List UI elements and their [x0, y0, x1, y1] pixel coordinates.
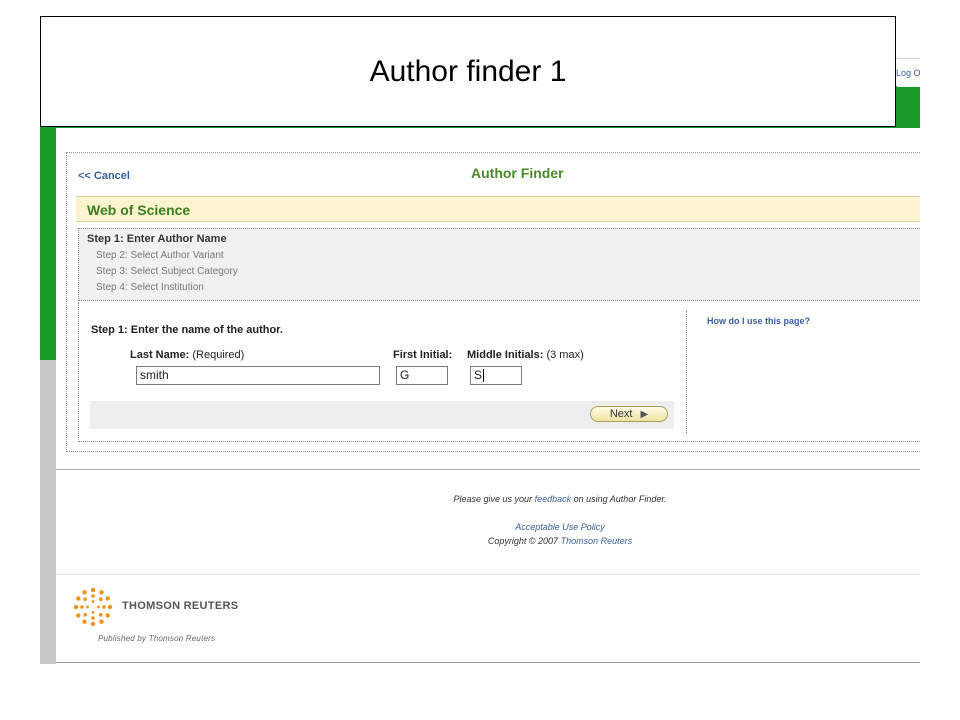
step-2: Step 2: Select Author Variant — [96, 250, 224, 261]
step-4: Step 4: Select Institution — [96, 282, 204, 293]
feedback-text-pre: Please give us your — [453, 494, 533, 504]
middle-initials-input[interactable]: S — [470, 366, 522, 385]
text-cursor — [483, 369, 484, 382]
thomson-reuters-link[interactable]: Thomson Reuters — [561, 536, 633, 546]
acceptable-use-policy-link[interactable]: Acceptable Use Policy — [56, 522, 960, 532]
last-name-label: Last Name: (Required) — [130, 349, 244, 361]
help-link[interactable]: How do I use this page? — [707, 316, 810, 326]
footer-separator — [56, 469, 920, 470]
page-title: Author Finder — [471, 165, 564, 181]
cancel-link[interactable]: << Cancel — [78, 170, 130, 182]
footer-separator-2 — [56, 574, 920, 575]
first-initial-label: First Initial: — [393, 349, 452, 361]
bottom-border — [56, 662, 920, 663]
database-name: Web of Science — [87, 202, 191, 218]
last-name-required-note: (Required) — [192, 349, 245, 361]
thomson-reuters-logo-icon — [73, 587, 113, 627]
step-3: Step 3: Select Subject Category — [96, 266, 238, 277]
database-banner — [76, 196, 920, 222]
middle-initials-label-text: Middle Initials: — [467, 349, 544, 361]
form-divider — [686, 311, 687, 433]
step-1-label: Enter Author Name — [126, 233, 227, 245]
step-1-prefix: Step 1: — [87, 233, 124, 245]
feedback-line: Please give us your feedback on using Au… — [56, 494, 960, 504]
last-name-input[interactable]: smith — [136, 366, 380, 385]
next-button[interactable]: Next ▶ — [590, 406, 668, 422]
first-initial-input[interactable]: G — [396, 366, 448, 385]
middle-initials-note: (3 max) — [546, 349, 584, 361]
form-heading: Step 1: Enter the name of the author. — [91, 324, 283, 336]
copyright-line: Copyright © 2007 Thomson Reuters — [56, 536, 960, 546]
middle-initials-label: Middle Initials: (3 max) — [467, 349, 584, 361]
published-by-text: Published by Thomson Reuters — [98, 634, 216, 643]
last-name-label-text: Last Name: — [130, 349, 190, 361]
logout-link[interactable]: Log O — [896, 68, 921, 78]
slide-title-box: Author finder 1 — [40, 16, 896, 127]
next-button-label: Next — [609, 408, 633, 420]
brand-name: THOMSON REUTERS — [122, 600, 239, 612]
step-1-current: Step 1: Enter Author Name — [87, 233, 227, 245]
play-arrow-icon: ▶ — [640, 408, 649, 420]
first-initial-label-text: First Initial: — [393, 349, 453, 361]
form-action-bar — [90, 401, 674, 429]
feedback-text-post: on using Author Finder. — [573, 494, 667, 504]
slide-title: Author finder 1 — [369, 54, 567, 88]
green-side-bar — [40, 128, 56, 360]
feedback-link[interactable]: feedback — [535, 494, 572, 504]
gray-side-bar — [40, 360, 56, 664]
copyright-text: Copyright © 2007 — [487, 536, 559, 546]
